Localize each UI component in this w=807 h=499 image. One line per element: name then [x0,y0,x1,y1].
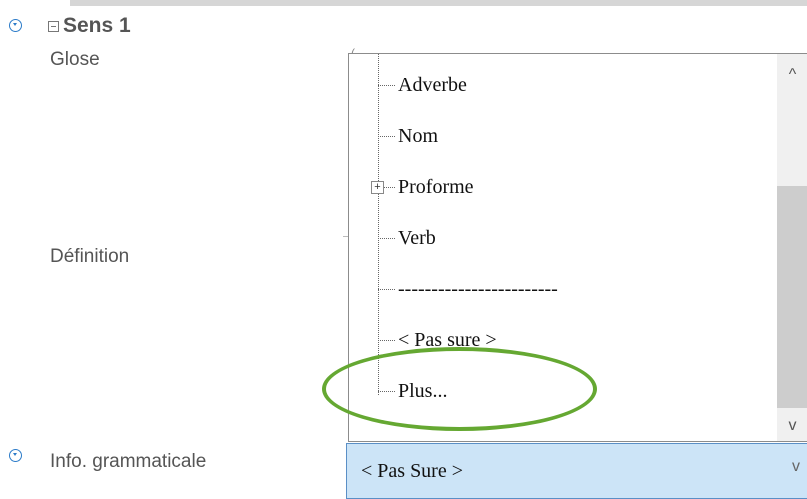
highlight-annotation-ellipse [322,347,597,431]
scrollbar-thumb[interactable] [777,186,807,408]
minus-box-icon[interactable] [48,21,59,32]
grammatical-info-label: Info. grammaticale [50,451,207,472]
grammatical-info-combobox[interactable]: < Pas Sure > v [346,443,807,499]
expand-plus-icon[interactable]: + [371,181,384,194]
definition-label: Définition [50,246,130,267]
list-item-proforme[interactable]: + Proforme [371,172,474,202]
list-item-separator: ------------------------ [378,274,558,304]
sense-title: Sens 1 [63,14,131,37]
combobox-selected-value: < Pas Sure > [361,459,464,482]
sense-collapse-icon[interactable] [9,19,22,32]
top-divider [70,0,807,6]
list-item-verb[interactable]: Verb [378,223,436,253]
scroll-up-icon[interactable]: ^ [777,62,807,88]
glose-label: Glose [50,49,100,70]
dropdown-scrollbar[interactable]: ^ v [777,54,807,441]
list-item-label: Proforme [398,175,474,198]
list-item-label: ------------------------ [398,277,558,300]
list-item-label: Adverbe [398,73,467,96]
scroll-down-icon[interactable]: v [777,413,807,439]
list-item-nom[interactable]: Nom [378,121,438,151]
chevron-down-icon[interactable]: v [792,458,800,476]
list-item-label: Nom [398,124,438,147]
list-item-label: Verb [398,226,436,249]
list-item-adverbe[interactable]: Adverbe [378,70,467,100]
grammatical-info-expand-icon[interactable] [9,449,22,462]
